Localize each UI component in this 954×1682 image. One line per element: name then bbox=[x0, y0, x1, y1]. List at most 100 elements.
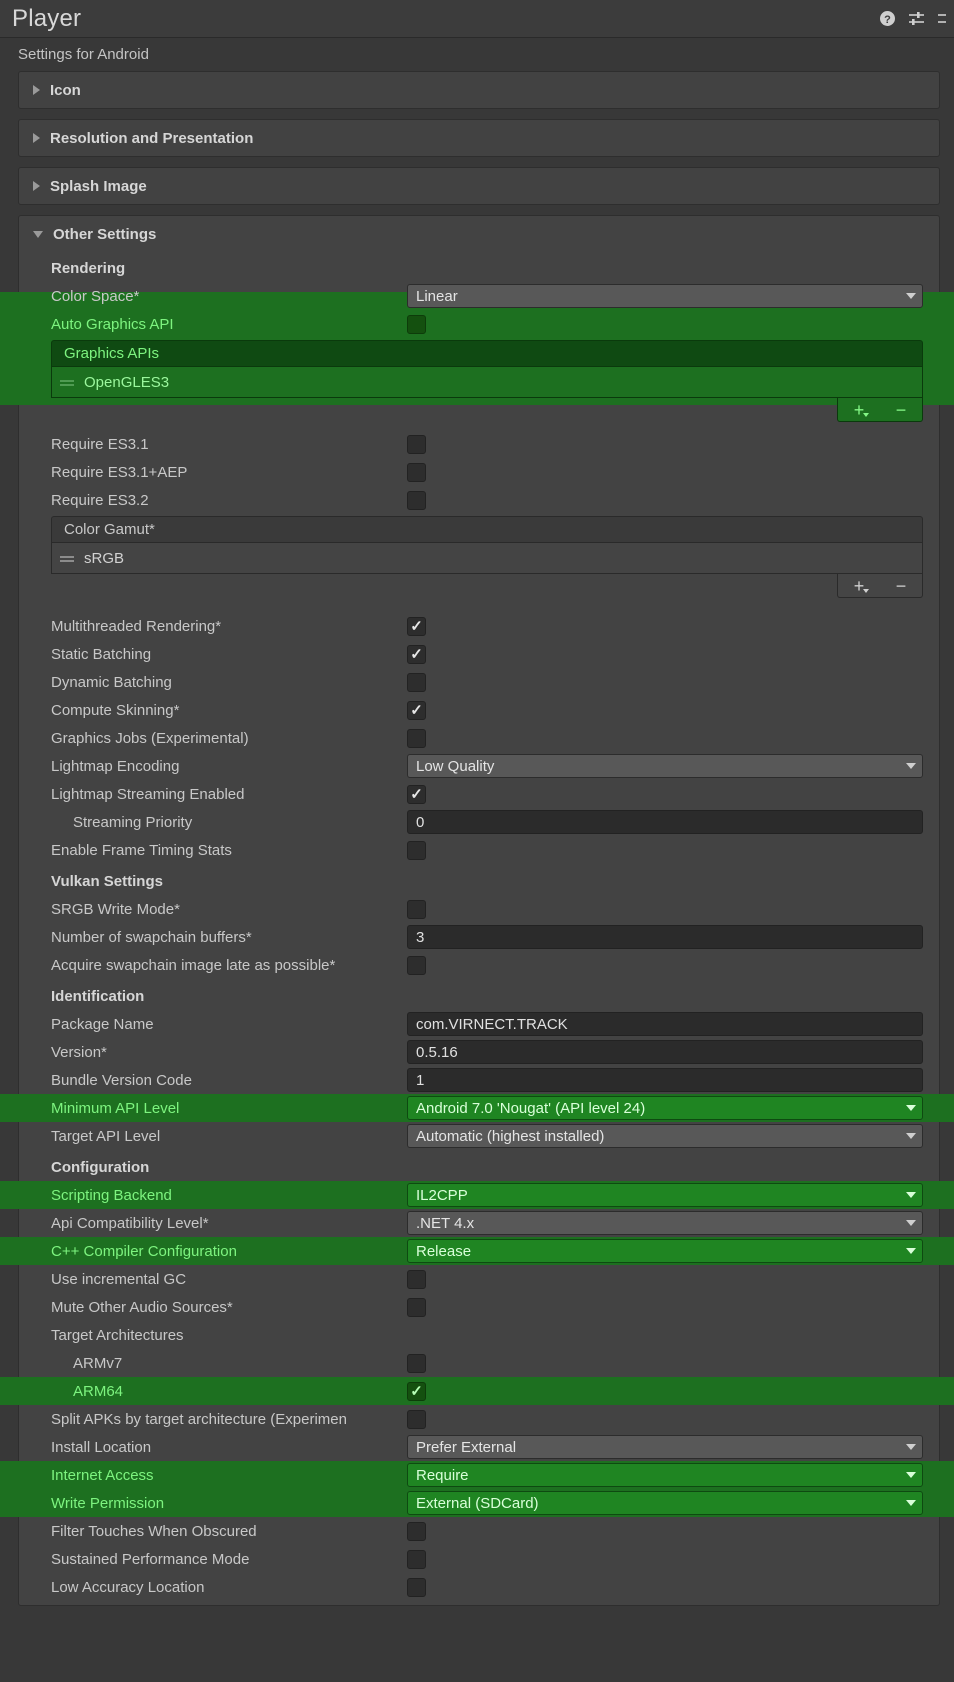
platform-subheader: Settings for Android bbox=[18, 46, 149, 63]
preset-settings-icon[interactable] bbox=[908, 10, 925, 27]
row-low-accuracy-location: Low Accuracy Location ✓ bbox=[19, 1573, 939, 1601]
mute-other-audio-sources-checkbox[interactable]: ✓ bbox=[407, 1297, 426, 1317]
target-api-level-value: Automatic (highest installed) bbox=[416, 1127, 605, 1145]
use-incremental-gc-label: Use incremental GC bbox=[51, 1270, 187, 1288]
row-scripting-backend: Scripting Backend IL2CPP bbox=[0, 1181, 954, 1209]
acquire-swapchain-late-checkbox[interactable]: ✓ bbox=[407, 955, 426, 975]
install-location-label: Install Location bbox=[51, 1438, 152, 1456]
row-dynamic-batching: Dynamic Batching ✓ bbox=[19, 668, 939, 696]
chevron-down-icon bbox=[33, 231, 43, 238]
foldout-icon-label: Icon bbox=[50, 81, 81, 99]
require-es32-label: Require ES3.2 bbox=[51, 491, 149, 509]
swapchain-buffers-input[interactable]: 3 bbox=[407, 925, 923, 949]
chevron-down-icon bbox=[906, 1192, 916, 1198]
enable-frame-timing-stats-label: Enable Frame Timing Stats bbox=[51, 841, 232, 859]
static-batching-checkbox[interactable]: ✓ bbox=[407, 644, 426, 664]
multithreaded-rendering-checkbox[interactable]: ✓ bbox=[407, 616, 426, 636]
chevron-down-icon bbox=[906, 1444, 916, 1450]
foldout-resolution-presentation[interactable]: Resolution and Presentation bbox=[18, 119, 940, 157]
lightmap-streaming-enabled-label: Lightmap Streaming Enabled bbox=[51, 785, 245, 803]
color-space-dropdown[interactable]: Linear bbox=[407, 284, 923, 308]
checkmark-icon: ✓ bbox=[410, 1382, 423, 1400]
internet-access-value: Require bbox=[416, 1466, 469, 1484]
require-es32-checkbox[interactable]: ✓ bbox=[407, 490, 426, 510]
require-es31-checkbox[interactable]: ✓ bbox=[407, 434, 426, 454]
compute-skinning-label: Compute Skinning* bbox=[51, 701, 180, 719]
filter-touches-checkbox[interactable]: ✓ bbox=[407, 1521, 426, 1541]
chevron-down-icon bbox=[906, 1105, 916, 1111]
cpp-compiler-configuration-label: C++ Compiler Configuration bbox=[51, 1242, 237, 1260]
section-rendering-title: Rendering bbox=[51, 260, 126, 277]
add-color-gamut-button[interactable]: + bbox=[852, 577, 869, 595]
version-label: Version* bbox=[51, 1043, 107, 1061]
graphics-apis-header: Graphics APIs bbox=[51, 340, 923, 367]
streaming-priority-input[interactable]: 0 bbox=[407, 810, 923, 834]
enable-frame-timing-stats-checkbox[interactable]: ✓ bbox=[407, 840, 426, 860]
split-apks-checkbox[interactable]: ✓ bbox=[407, 1409, 426, 1429]
filter-touches-label: Filter Touches When Obscured bbox=[51, 1522, 257, 1540]
cpp-compiler-configuration-dropdown[interactable]: Release bbox=[407, 1239, 923, 1263]
api-compatibility-level-value: .NET 4.x bbox=[416, 1214, 475, 1232]
section-vulkan-title: Vulkan Settings bbox=[51, 873, 163, 890]
other-settings-header[interactable]: Other Settings bbox=[19, 216, 939, 251]
drag-handle-icon[interactable] bbox=[60, 379, 74, 382]
swapchain-buffers-label: Number of swapchain buffers* bbox=[51, 928, 252, 946]
package-name-input[interactable]: com.VIRNECT.TRACK bbox=[407, 1012, 923, 1036]
package-name-label: Package Name bbox=[51, 1015, 154, 1033]
chevron-down-icon bbox=[906, 1500, 916, 1506]
lightmap-encoding-dropdown[interactable]: Low Quality bbox=[407, 754, 923, 778]
checkmark-icon: ✓ bbox=[410, 701, 423, 719]
foldout-splash-image[interactable]: Splash Image bbox=[18, 167, 940, 205]
auto-graphics-api-checkbox[interactable]: ✓ bbox=[407, 314, 426, 334]
internet-access-dropdown[interactable]: Require bbox=[407, 1463, 923, 1487]
install-location-dropdown[interactable]: Prefer External bbox=[407, 1435, 923, 1459]
require-es31-aep-label: Require ES3.1+AEP bbox=[51, 463, 188, 481]
row-cpp-compiler-configuration: C++ Compiler Configuration Release bbox=[0, 1237, 954, 1265]
drag-handle-icon[interactable] bbox=[60, 555, 74, 558]
bundle-version-code-input[interactable]: 1 bbox=[407, 1068, 923, 1092]
color-gamut-name: sRGB bbox=[84, 549, 125, 567]
srgb-write-mode-label: SRGB Write Mode* bbox=[51, 900, 180, 918]
graphics-jobs-checkbox[interactable]: ✓ bbox=[407, 728, 426, 748]
write-permission-dropdown[interactable]: External (SDCard) bbox=[407, 1491, 923, 1515]
scripting-backend-label: Scripting Backend bbox=[51, 1186, 172, 1204]
sustained-performance-mode-checkbox[interactable]: ✓ bbox=[407, 1549, 426, 1569]
row-package-name: Package Name com.VIRNECT.TRACK bbox=[19, 1010, 939, 1038]
list-item[interactable]: sRGB bbox=[52, 545, 922, 571]
row-api-compatibility-level: Api Compatibility Level* .NET 4.x bbox=[19, 1209, 939, 1237]
srgb-write-mode-checkbox[interactable]: ✓ bbox=[407, 899, 426, 919]
remove-graphics-api-button[interactable]: − bbox=[894, 401, 909, 419]
sustained-performance-mode-label: Sustained Performance Mode bbox=[51, 1550, 250, 1568]
lightmap-encoding-label: Lightmap Encoding bbox=[51, 757, 180, 775]
row-multithreaded-rendering: Multithreaded Rendering* ✓ bbox=[19, 612, 939, 640]
lightmap-streaming-enabled-checkbox[interactable]: ✓ bbox=[407, 784, 426, 804]
api-compatibility-level-dropdown[interactable]: .NET 4.x bbox=[407, 1211, 923, 1235]
armv7-checkbox[interactable]: ✓ bbox=[407, 1353, 426, 1373]
version-input[interactable]: 0.5.16 bbox=[407, 1040, 923, 1064]
window-titlebar: Player ? bbox=[0, 0, 954, 38]
row-require-es32: Require ES3.2 ✓ bbox=[19, 486, 939, 514]
graphics-apis-footer: + − bbox=[51, 398, 923, 422]
add-graphics-api-button[interactable]: + bbox=[852, 401, 869, 419]
scripting-backend-dropdown[interactable]: IL2CPP bbox=[407, 1183, 923, 1207]
minimum-api-level-dropdown[interactable]: Android 7.0 'Nougat' (API level 24) bbox=[407, 1096, 923, 1120]
target-architectures-label: Target Architectures bbox=[51, 1326, 184, 1344]
compute-skinning-checkbox[interactable]: ✓ bbox=[407, 700, 426, 720]
more-options-icon[interactable] bbox=[937, 10, 946, 27]
foldout-icon[interactable]: Icon bbox=[18, 71, 940, 109]
target-api-level-dropdown[interactable]: Automatic (highest installed) bbox=[407, 1124, 923, 1148]
split-apks-label: Split APKs by target architecture (Exper… bbox=[51, 1410, 347, 1428]
remove-color-gamut-button[interactable]: − bbox=[894, 577, 909, 595]
help-icon[interactable]: ? bbox=[879, 10, 896, 27]
arm64-checkbox[interactable]: ✓ bbox=[407, 1381, 426, 1401]
graphics-apis-addremove: + − bbox=[837, 398, 923, 422]
row-bundle-version-code: Bundle Version Code 1 bbox=[19, 1066, 939, 1094]
row-split-apks: Split APKs by target architecture (Exper… bbox=[19, 1405, 939, 1433]
use-incremental-gc-checkbox[interactable]: ✓ bbox=[407, 1269, 426, 1289]
require-es31-aep-checkbox[interactable]: ✓ bbox=[407, 462, 426, 482]
section-configuration-title: Configuration bbox=[51, 1159, 150, 1176]
list-item[interactable]: OpenGLES3 bbox=[52, 369, 922, 395]
low-accuracy-location-checkbox[interactable]: ✓ bbox=[407, 1577, 426, 1597]
chevron-right-icon bbox=[33, 181, 40, 191]
dynamic-batching-checkbox[interactable]: ✓ bbox=[407, 672, 426, 692]
